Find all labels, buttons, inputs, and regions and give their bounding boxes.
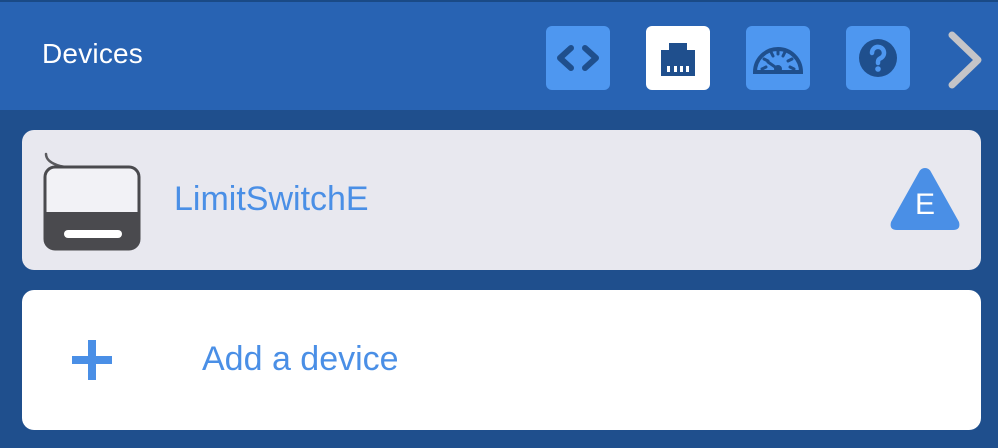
ethernet-port-icon: [661, 43, 695, 76]
help-button[interactable]: [846, 26, 910, 90]
devices-panel: Devices LimitSwitchE E Add a device: [0, 0, 998, 448]
page-title: Devices: [42, 38, 143, 69]
code-button[interactable]: [546, 26, 610, 90]
speedometer-icon: [752, 47, 804, 74]
question-mark-icon: [859, 39, 897, 77]
code-brackets-icon: [557, 45, 599, 71]
plus-icon: [72, 340, 112, 380]
add-device-label: Add a device: [202, 340, 399, 378]
chevron-right-icon[interactable]: [942, 30, 986, 90]
add-device-button[interactable]: Add a device: [22, 290, 981, 430]
network-button[interactable]: [646, 26, 710, 90]
device-row-limitswitche[interactable]: LimitSwitchE E: [22, 130, 981, 270]
limit-switch-icon: [43, 152, 141, 251]
device-badge-letter: E: [914, 188, 935, 221]
device-name: LimitSwitchE: [174, 180, 369, 218]
gauge-button[interactable]: [746, 26, 810, 90]
panel-header: Devices: [0, 0, 998, 110]
